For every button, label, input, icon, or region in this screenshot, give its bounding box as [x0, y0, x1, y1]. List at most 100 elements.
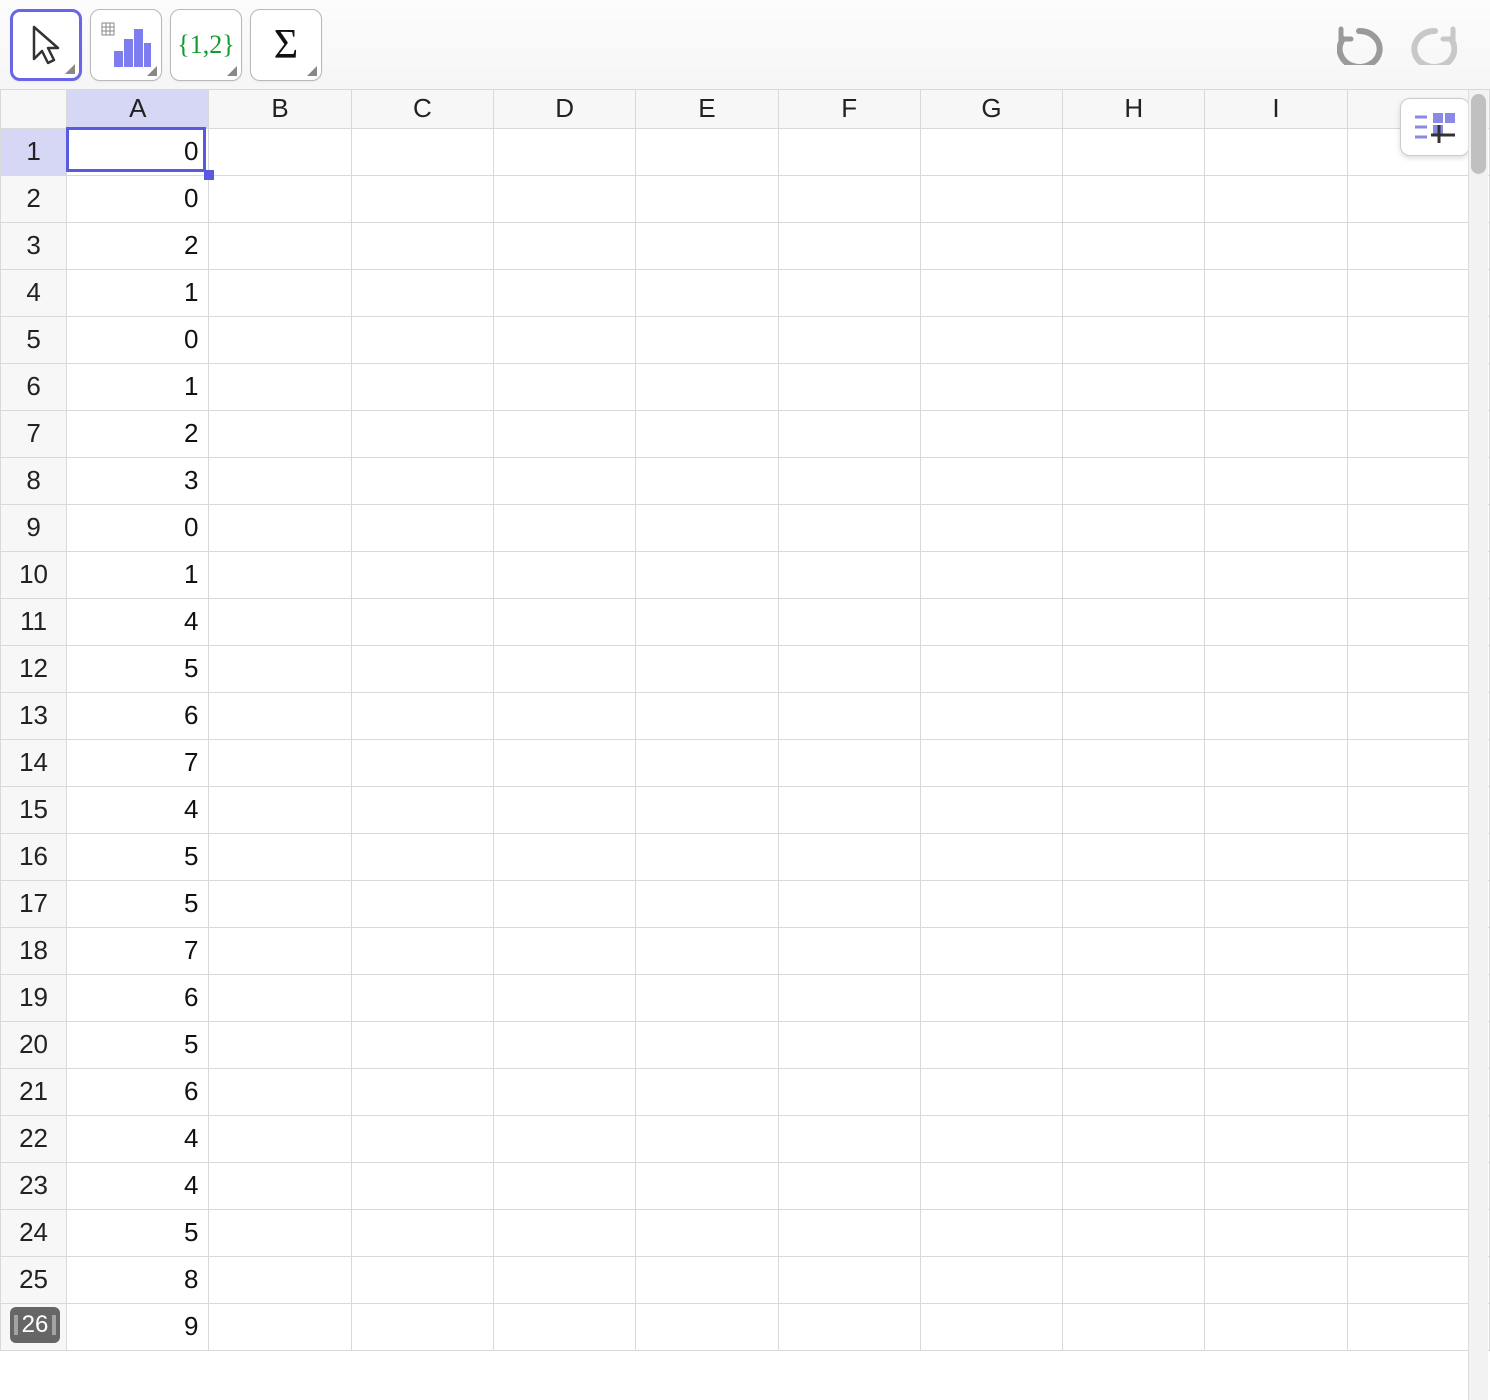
- row-header[interactable]: 12: [1, 645, 67, 692]
- cell[interactable]: [1063, 551, 1205, 598]
- cell[interactable]: 0: [67, 128, 209, 175]
- row-header[interactable]: 9: [1, 504, 67, 551]
- row-header[interactable]: 21: [1, 1068, 67, 1115]
- cell[interactable]: [209, 1068, 351, 1115]
- row-header[interactable]: 7: [1, 410, 67, 457]
- cell[interactable]: [778, 410, 920, 457]
- fill-handle[interactable]: [204, 170, 214, 180]
- cell[interactable]: [1205, 1256, 1347, 1303]
- cell[interactable]: [636, 880, 778, 927]
- cell[interactable]: [636, 316, 778, 363]
- cell[interactable]: [920, 175, 1062, 222]
- cell[interactable]: [209, 1115, 351, 1162]
- cell[interactable]: [493, 1209, 635, 1256]
- cell[interactable]: [920, 457, 1062, 504]
- cell[interactable]: [209, 1162, 351, 1209]
- cell[interactable]: [920, 598, 1062, 645]
- cell[interactable]: 5: [67, 833, 209, 880]
- cell[interactable]: [493, 1162, 635, 1209]
- cell[interactable]: [351, 739, 493, 786]
- cell[interactable]: [209, 833, 351, 880]
- row-header[interactable]: 2: [1, 175, 67, 222]
- cell[interactable]: [493, 363, 635, 410]
- row-header[interactable]: 20: [1, 1021, 67, 1068]
- row-header[interactable]: 15: [1, 786, 67, 833]
- column-header[interactable]: G: [920, 90, 1062, 128]
- cell[interactable]: 3: [67, 457, 209, 504]
- cell[interactable]: [636, 175, 778, 222]
- cell[interactable]: [209, 175, 351, 222]
- cell[interactable]: [636, 128, 778, 175]
- cell[interactable]: [209, 363, 351, 410]
- cell[interactable]: [209, 410, 351, 457]
- row-drag-handle[interactable]: 26: [10, 1307, 60, 1343]
- cell[interactable]: [920, 1115, 1062, 1162]
- cell[interactable]: [493, 974, 635, 1021]
- cell[interactable]: [351, 833, 493, 880]
- cell[interactable]: [351, 974, 493, 1021]
- cell[interactable]: [778, 1162, 920, 1209]
- cell[interactable]: [636, 974, 778, 1021]
- cell[interactable]: [493, 175, 635, 222]
- cell[interactable]: [778, 316, 920, 363]
- vertical-scrollbar[interactable]: [1468, 90, 1488, 1400]
- cell[interactable]: [636, 363, 778, 410]
- cell[interactable]: [1063, 410, 1205, 457]
- cell[interactable]: [1205, 269, 1347, 316]
- cell[interactable]: [1063, 1209, 1205, 1256]
- cell[interactable]: [351, 222, 493, 269]
- cell[interactable]: [493, 833, 635, 880]
- cell[interactable]: [209, 128, 351, 175]
- cell[interactable]: [1063, 175, 1205, 222]
- cell[interactable]: 6: [67, 1068, 209, 1115]
- cell[interactable]: [1063, 269, 1205, 316]
- cell[interactable]: [920, 1209, 1062, 1256]
- cell[interactable]: [1205, 1068, 1347, 1115]
- cell[interactable]: [493, 927, 635, 974]
- cell[interactable]: [1063, 598, 1205, 645]
- cell[interactable]: [920, 363, 1062, 410]
- cell[interactable]: [778, 692, 920, 739]
- cell[interactable]: [351, 269, 493, 316]
- cell[interactable]: [209, 1021, 351, 1068]
- cell[interactable]: [493, 1115, 635, 1162]
- cell[interactable]: [1205, 457, 1347, 504]
- cell[interactable]: [636, 1209, 778, 1256]
- cell[interactable]: [209, 1303, 351, 1350]
- cell[interactable]: [1063, 786, 1205, 833]
- cell[interactable]: [920, 692, 1062, 739]
- cell[interactable]: [920, 1068, 1062, 1115]
- cell[interactable]: [1063, 927, 1205, 974]
- row-header[interactable]: 14: [1, 739, 67, 786]
- cell[interactable]: 7: [67, 927, 209, 974]
- cell[interactable]: [493, 645, 635, 692]
- cell[interactable]: [493, 269, 635, 316]
- cell[interactable]: [636, 504, 778, 551]
- cell[interactable]: [778, 1115, 920, 1162]
- cell[interactable]: [1063, 1256, 1205, 1303]
- row-header[interactable]: 23: [1, 1162, 67, 1209]
- cell[interactable]: [493, 1021, 635, 1068]
- cell[interactable]: 4: [67, 1162, 209, 1209]
- cell[interactable]: [1205, 927, 1347, 974]
- cell[interactable]: [493, 222, 635, 269]
- cell[interactable]: 1: [67, 363, 209, 410]
- cell[interactable]: [351, 645, 493, 692]
- cell[interactable]: [920, 410, 1062, 457]
- cell[interactable]: [778, 363, 920, 410]
- cell[interactable]: [1205, 1209, 1347, 1256]
- cell[interactable]: [636, 692, 778, 739]
- cell[interactable]: [351, 175, 493, 222]
- cell[interactable]: 5: [67, 1021, 209, 1068]
- cell[interactable]: [209, 457, 351, 504]
- cell[interactable]: [636, 1162, 778, 1209]
- cell[interactable]: [778, 457, 920, 504]
- cell[interactable]: [1205, 880, 1347, 927]
- cell[interactable]: 1: [67, 551, 209, 598]
- cell[interactable]: [1063, 1021, 1205, 1068]
- cell[interactable]: [209, 974, 351, 1021]
- cell[interactable]: [493, 504, 635, 551]
- cell[interactable]: [636, 1068, 778, 1115]
- cell[interactable]: [493, 410, 635, 457]
- cell[interactable]: [1063, 833, 1205, 880]
